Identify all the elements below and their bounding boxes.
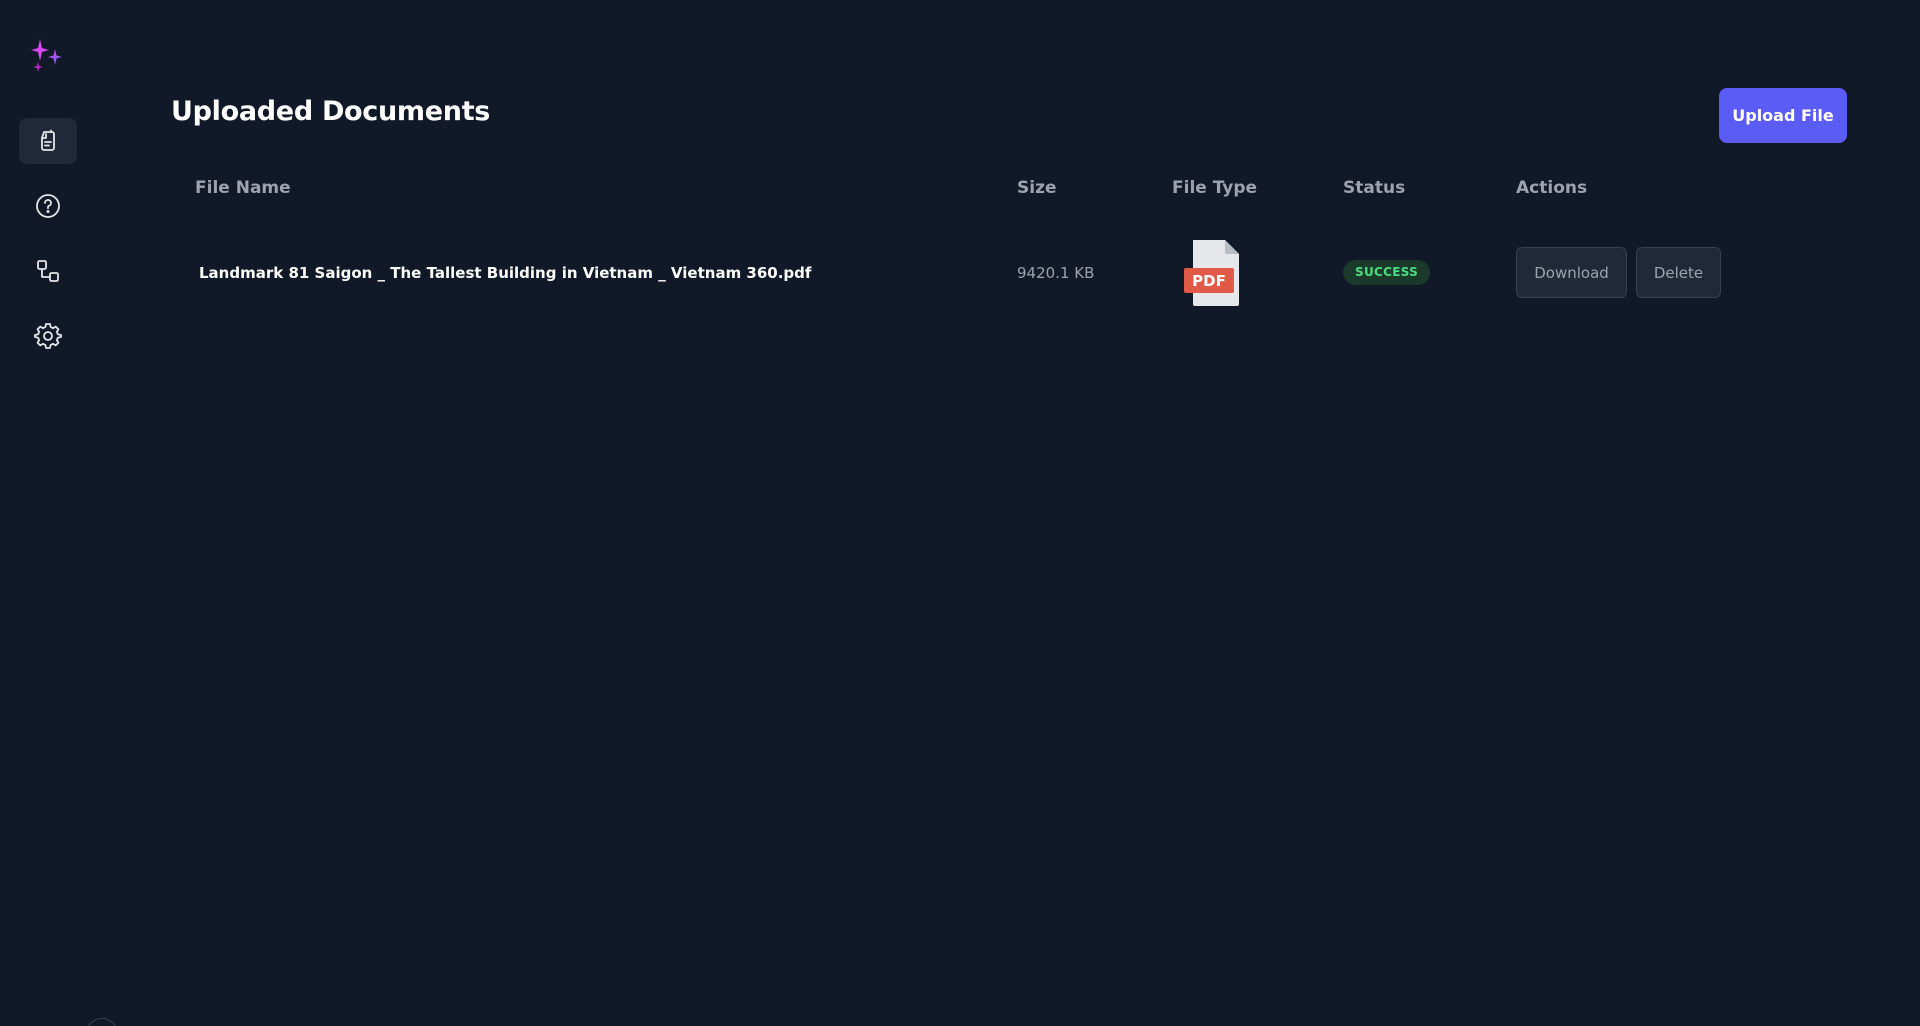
workflow-icon <box>37 260 59 282</box>
file-name-cell: Landmark 81 Saigon _ The Tallest Buildin… <box>199 264 812 282</box>
sidebar-item-help[interactable] <box>19 183 77 229</box>
status-badge: SUCCESS <box>1343 260 1431 285</box>
help-circle-icon <box>36 194 60 218</box>
delete-button[interactable]: Delete <box>1636 247 1721 298</box>
sidebar-item-settings[interactable] <box>19 313 77 359</box>
upload-file-button[interactable]: Upload File <box>1719 88 1847 143</box>
gear-icon <box>34 323 62 349</box>
sparkle-logo-icon <box>29 36 69 76</box>
pdf-badge-label: PDF <box>1192 272 1226 290</box>
table-row: Landmark 81 Saigon _ The Tallest Buildin… <box>171 230 1851 315</box>
column-header-status: Status <box>1343 178 1406 198</box>
page-title: Uploaded Documents <box>171 96 491 127</box>
column-header-file-type: File Type <box>1172 178 1258 198</box>
column-header-size: Size <box>1017 178 1057 198</box>
app-root: Uploaded Documents Upload File File Name… <box>0 0 1920 1026</box>
download-button[interactable]: Download <box>1516 247 1627 298</box>
document-icon <box>41 129 55 151</box>
sidebar <box>0 0 95 1026</box>
sidebar-item-workflow[interactable] <box>19 248 77 294</box>
sidebar-item-documents[interactable] <box>19 118 77 164</box>
column-header-actions: Actions <box>1516 178 1588 198</box>
pdf-file-icon: PDF <box>1183 238 1245 308</box>
column-header-file-name: File Name <box>195 178 291 198</box>
file-size-cell: 9420.1 KB <box>1017 264 1095 282</box>
